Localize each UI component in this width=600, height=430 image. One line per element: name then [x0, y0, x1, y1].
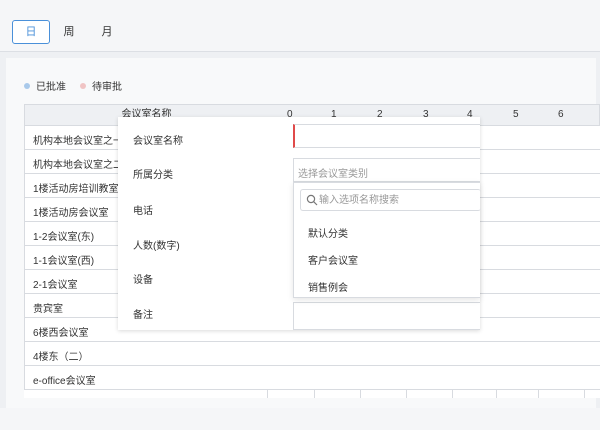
- tab-month[interactable]: 月: [88, 20, 126, 44]
- room-name: 1楼活动房会议室: [33, 208, 109, 219]
- legend-approved-label: 已批准: [36, 82, 66, 93]
- table-row[interactable]: 4楼东（二）: [24, 342, 600, 366]
- legend-pending-label: 待审批: [92, 82, 122, 93]
- capacity-label: 人数(数字): [133, 241, 180, 252]
- category-select[interactable]: 选择会议室类别: [293, 158, 480, 182]
- pending-dot-icon: [80, 82, 86, 89]
- room-name: 6楼西会议室: [33, 328, 89, 339]
- equipment-label: 设备: [133, 275, 153, 286]
- room-name: 1楼活动房培训教室: [33, 184, 119, 195]
- dropdown-search-input[interactable]: [319, 190, 479, 210]
- category-label: 所属分类: [133, 170, 173, 181]
- dropdown-option[interactable]: 默认分类: [308, 225, 348, 240]
- hour-label: 6: [558, 109, 564, 120]
- name-label: 会议室名称: [133, 136, 183, 147]
- room-name: 贵宾室: [33, 304, 63, 315]
- status-legend: 已批准 待审批: [24, 78, 122, 93]
- room-name: 2-1会议室: [33, 280, 78, 291]
- room-name: e-office会议室: [33, 376, 96, 387]
- tab-week[interactable]: 周: [50, 20, 88, 44]
- legend-approved: 已批准: [24, 78, 66, 93]
- tab-day[interactable]: 日: [12, 20, 50, 44]
- view-tabs: 日 周 月: [12, 20, 126, 44]
- room-name-field[interactable]: [293, 124, 480, 148]
- view-toolbar: 日 周 月: [0, 0, 600, 52]
- legend-pending: 待审批: [80, 78, 122, 93]
- hour-label: 5: [513, 109, 519, 120]
- dropdown-option[interactable]: 销售例会: [308, 279, 348, 294]
- room-name: 机构本地会议室之一: [33, 136, 123, 147]
- phone-label: 电话: [133, 206, 153, 217]
- dropdown-search-box[interactable]: [300, 189, 481, 211]
- room-name: 1-1会议室(西): [33, 256, 95, 267]
- approved-dot-icon: [24, 82, 30, 89]
- category-placeholder: 选择会议室类别: [298, 169, 368, 180]
- bottom-bar: [0, 408, 600, 430]
- category-dropdown: 默认分类 客户会议室 销售例会: [293, 182, 481, 298]
- room-name: 4楼东（二）: [33, 352, 89, 363]
- room-name: 1-2会议室(东): [33, 232, 95, 243]
- search-icon: [306, 194, 318, 206]
- note-label: 备注: [133, 310, 153, 321]
- room-name: 机构本地会议室之二: [33, 160, 123, 171]
- table-row[interactable]: e-office会议室: [24, 366, 600, 390]
- dropdown-option[interactable]: 客户会议室: [308, 252, 358, 267]
- note-field[interactable]: [293, 302, 480, 330]
